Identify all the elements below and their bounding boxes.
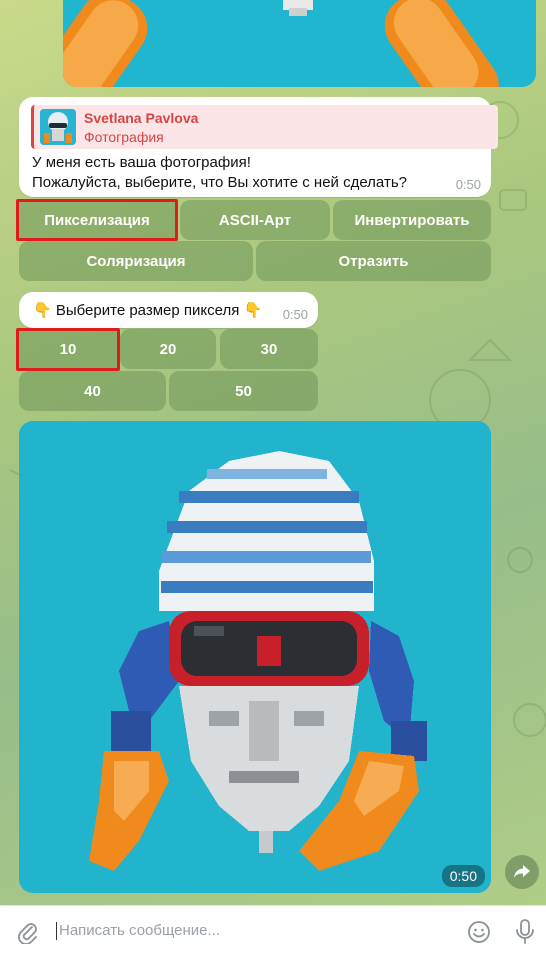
- pixelated-photo[interactable]: 0:50: [19, 421, 491, 893]
- pixel-size-10-button[interactable]: 10: [16, 328, 120, 371]
- microphone-icon[interactable]: [515, 918, 535, 946]
- pixel-size-30-button[interactable]: 30: [220, 329, 318, 369]
- reply-quote[interactable]: Svetlana Pavlova Фотография: [31, 105, 498, 149]
- message-text: У меня есть ваша фотография! Пожалуйста,…: [32, 154, 407, 191]
- photo-image: [63, 0, 536, 87]
- pixel-size-prompt: 👇 Выберите размер пикселя 👇 0:50: [19, 292, 318, 328]
- forward-button[interactable]: [505, 855, 539, 889]
- message-input[interactable]: Написать сообщение...: [56, 922, 220, 940]
- attach-icon[interactable]: [16, 920, 38, 944]
- photo-image: [19, 421, 491, 893]
- emoji-icon[interactable]: [467, 920, 491, 944]
- message-input-bar: Написать сообщение...: [0, 905, 546, 956]
- mirror-button[interactable]: Отразить: [256, 241, 491, 281]
- solarize-button[interactable]: Соляризация: [19, 241, 253, 281]
- pixelize-button[interactable]: Пикселизация: [16, 199, 178, 241]
- invert-button[interactable]: Инвертировать: [333, 200, 491, 240]
- prompt-text: 👇 Выберите размер пикселя 👇: [33, 302, 263, 319]
- pixel-size-40-button[interactable]: 40: [19, 371, 166, 411]
- chat-area: Svetlana Pavlova Фотография У меня есть …: [0, 0, 546, 905]
- reply-media-type: Фотография: [84, 129, 164, 145]
- pixel-size-20-button[interactable]: 20: [120, 329, 216, 369]
- pixel-size-50-button[interactable]: 50: [169, 371, 318, 411]
- reply-author: Svetlana Pavlova: [84, 110, 199, 126]
- ascii-art-button[interactable]: ASCII-Арт: [180, 200, 330, 240]
- prompt-time: 0:50: [282, 307, 308, 322]
- share-icon: [514, 865, 530, 878]
- previous-photo[interactable]: [63, 0, 536, 87]
- reply-thumbnail: [40, 109, 76, 145]
- photo-time: 0:50: [441, 865, 485, 887]
- message-time: 0:50: [455, 177, 481, 192]
- bot-message: Svetlana Pavlova Фотография У меня есть …: [19, 97, 498, 197]
